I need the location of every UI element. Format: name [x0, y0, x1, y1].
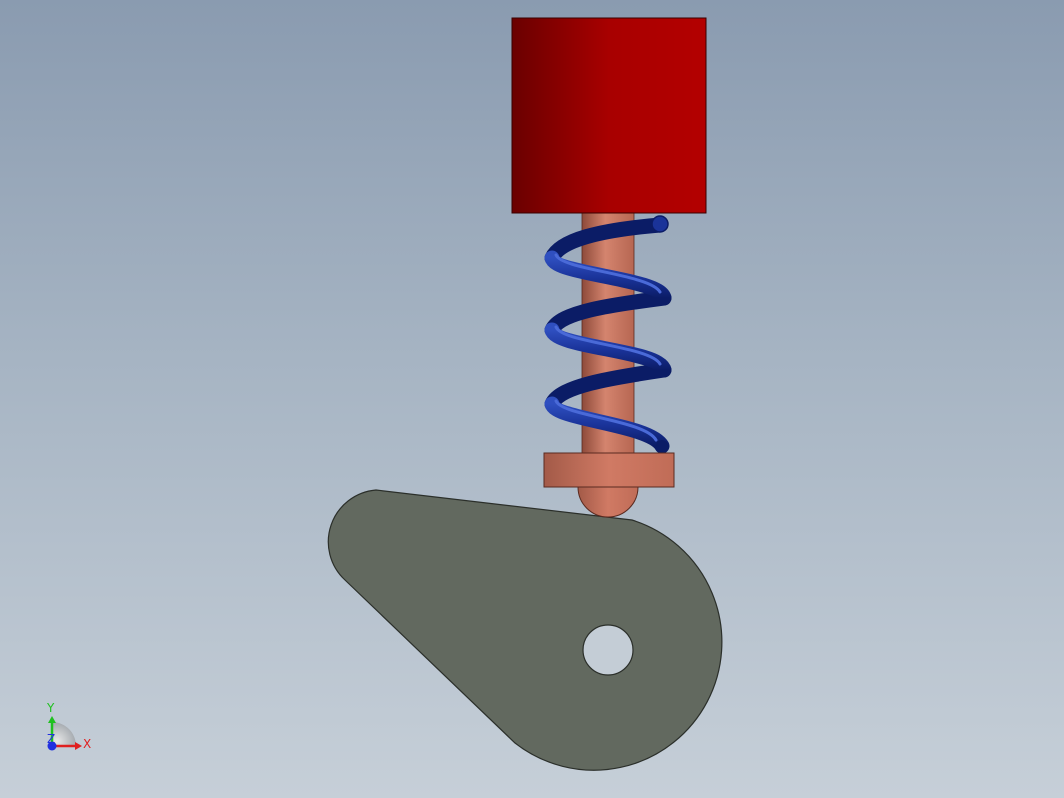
cam-body[interactable]: [327, 489, 723, 771]
model-scene[interactable]: X Y Z: [0, 0, 1064, 798]
x-axis-label: X: [83, 737, 91, 751]
cam-bore-hole[interactable]: [582, 624, 634, 676]
triad-quadrant: [52, 722, 76, 746]
graphics-viewport[interactable]: X Y Z: [0, 0, 1064, 798]
y-axis-label: Y: [46, 701, 55, 715]
housing-cylinder[interactable]: [511, 17, 707, 214]
z-axis-label: Z: [47, 732, 55, 746]
x-arrow-head: [75, 742, 82, 750]
follower-roller-tip[interactable]: [577, 486, 639, 518]
coordinate-triad: X Y Z: [46, 701, 91, 751]
y-arrow-head: [48, 716, 56, 723]
follower-foot-plate[interactable]: [543, 452, 675, 488]
